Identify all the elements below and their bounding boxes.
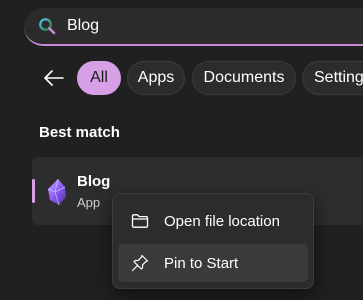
context-menu: Open file location Pin to Start (112, 193, 314, 289)
search-icon (38, 17, 56, 35)
best-match-heading: Best match (39, 124, 120, 141)
menu-item-pin-to-start[interactable]: Pin to Start (118, 244, 308, 282)
selection-indicator (32, 179, 35, 203)
folder-icon (130, 211, 150, 231)
back-button[interactable] (40, 64, 68, 92)
filter-settings[interactable]: Setting (302, 61, 363, 95)
result-title: Blog (77, 173, 111, 190)
obsidian-crystal-icon (46, 178, 68, 206)
menu-item-label: Pin to Start (164, 254, 239, 272)
result-subtitle: App (77, 195, 101, 210)
arrow-left-icon (44, 70, 64, 86)
search-input[interactable]: Blog (67, 17, 99, 35)
filter-all[interactable]: All (77, 61, 121, 95)
filter-documents[interactable]: Documents (192, 61, 296, 95)
menu-item-open-file-location[interactable]: Open file location (118, 202, 308, 240)
search-bar[interactable]: Blog (24, 8, 363, 46)
pin-icon (130, 253, 150, 273)
filter-apps[interactable]: Apps (127, 61, 185, 95)
menu-item-label: Open file location (164, 212, 280, 230)
